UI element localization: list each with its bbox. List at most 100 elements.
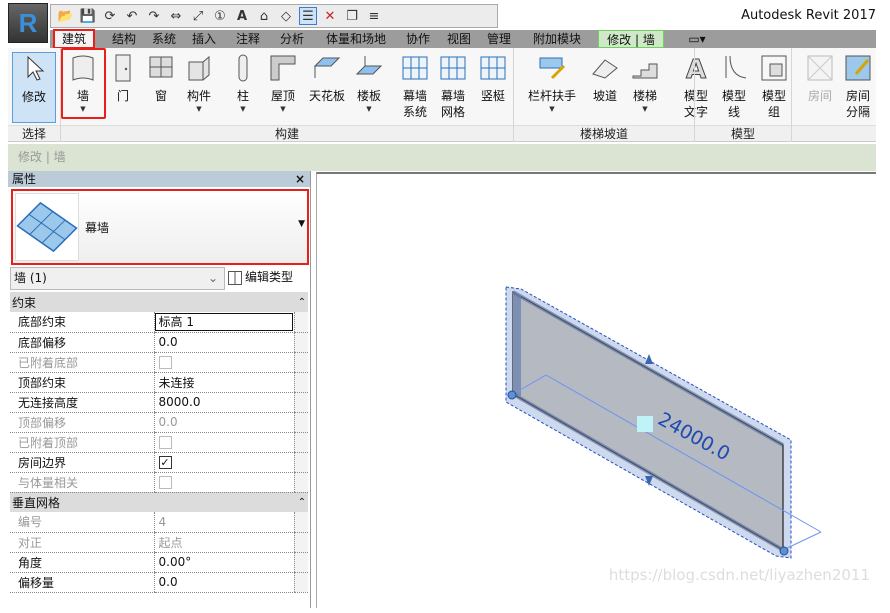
property-value-cell[interactable]: 0.0 <box>153 332 294 353</box>
scrollbar[interactable] <box>293 312 308 333</box>
wall-end-grip[interactable] <box>779 546 789 556</box>
button-label: 楼梯 <box>632 89 657 103</box>
scrollbar[interactable] <box>293 532 308 553</box>
property-label: 顶部约束 <box>10 372 154 393</box>
room-button-1[interactable]: 房间 分隔 <box>840 52 876 120</box>
instance-filter-dropdown[interactable]: 墙 (1) ⌄ <box>10 267 225 290</box>
tag-icon[interactable]: ① <box>211 7 229 25</box>
application-menu-button[interactable]: R <box>8 3 48 43</box>
tab-0[interactable]: 建筑 <box>53 29 95 49</box>
scrollbar[interactable] <box>293 392 308 413</box>
switch-windows-icon[interactable]: ❐ <box>343 7 361 25</box>
tab-3[interactable]: 插入 <box>186 30 222 48</box>
scrollbar[interactable] <box>293 452 308 473</box>
scrollbar[interactable] <box>293 472 308 493</box>
property-value-cell[interactable]: 8000.0 <box>153 392 294 413</box>
model-button-0[interactable]: A 模型 文字 <box>676 52 716 120</box>
checkbox <box>158 476 172 489</box>
property-row: 已附着顶部 <box>10 432 308 453</box>
checkbox[interactable]: ✓ <box>158 456 172 469</box>
build-button-6[interactable]: 天花板 <box>308 52 346 104</box>
type-selector[interactable]: 幕墙 ▼ <box>11 189 309 265</box>
scrollbar[interactable] <box>293 332 308 353</box>
property-value-cell[interactable]: ✓ <box>153 452 294 473</box>
tab-5[interactable]: 分析 <box>274 30 310 48</box>
text-icon[interactable]: A <box>233 7 251 25</box>
panel-divider <box>513 48 514 142</box>
dimension-icon[interactable]: ⤢ <box>189 7 207 25</box>
build-button-3[interactable]: 构件 ▼ <box>180 52 218 114</box>
tab-1[interactable]: 结构 <box>106 30 142 48</box>
undo-icon[interactable]: ↶ <box>123 7 141 25</box>
flip-arrow-up-icon[interactable] <box>645 354 653 364</box>
property-value-cell[interactable]: 未连接 <box>153 372 294 393</box>
build-button-9[interactable]: 幕墙 网格 <box>434 52 472 120</box>
scrollbar[interactable] <box>293 412 308 433</box>
quick-access-toolbar: 📂 💾 ⟳ ↶ ↷ ⇔ ⤢ ① A ⌂ ◇ ☰ ✕ ❐ ≡ <box>50 4 498 28</box>
button-label: 栏杆扶手 <box>527 89 576 103</box>
stairs-button-2[interactable]: 楼梯 ▼ <box>626 52 664 114</box>
collapse-icon[interactable]: ⌃ <box>294 492 308 512</box>
build-button-5[interactable]: 屋顶 ▼ <box>264 52 302 114</box>
edit-type-button[interactable]: 编辑类型 <box>228 267 308 290</box>
build-button-4[interactable]: 柱 ▼ <box>224 52 262 114</box>
tab-10[interactable]: 附加模块 <box>522 30 592 48</box>
ribbon: 修改墙 ▼ 门窗构件 ▼ 柱 ▼ 屋顶 ▼ 天花板 楼板 ▼ 幕墙 系统 幕墙 网格 竖梃 栏杆扶手 ▼ 坡道 楼梯 ▼… <box>8 48 876 142</box>
scrollbar[interactable] <box>293 372 308 393</box>
build-button-1[interactable]: 门 <box>104 52 142 104</box>
build-button-10[interactable]: 竖梃 <box>474 52 512 104</box>
scrollbar[interactable] <box>293 572 308 593</box>
measure-icon[interactable]: ⇔ <box>167 7 185 25</box>
build-button-2[interactable]: 窗 <box>142 52 180 104</box>
select-panel-label[interactable]: 选择 <box>8 125 60 141</box>
property-group[interactable]: 约束 ⌃ <box>10 292 308 312</box>
build-button-7[interactable]: 楼板 ▼ <box>350 52 388 114</box>
redo-icon[interactable]: ↷ <box>145 7 163 25</box>
wall-end-grip[interactable] <box>507 390 517 400</box>
tab-8[interactable]: 视图 <box>443 30 475 48</box>
property-row: 编号 4 <box>10 512 308 533</box>
model-button-2[interactable]: 模型组 <box>754 52 794 120</box>
build-button-8[interactable]: 幕墙 系统 <box>396 52 434 120</box>
tab-9[interactable]: 管理 <box>481 30 517 48</box>
model-button-1[interactable]: 模型线 <box>714 52 754 120</box>
property-value-cell[interactable]: 标高 1 <box>153 312 294 333</box>
tab-11[interactable]: 修改 | 墙 <box>598 30 664 48</box>
thin-lines-icon[interactable]: ☰ <box>299 7 317 25</box>
property-value-cell[interactable]: 0.0 <box>153 572 294 593</box>
button-label: 模型 <box>761 89 786 103</box>
property-row: 偏移量 0.0 <box>10 572 308 593</box>
checkbox <box>158 436 172 449</box>
minimize-ribbon-toggle[interactable]: ▭▾ <box>682 30 712 48</box>
open-icon[interactable]: 📂 <box>57 7 75 25</box>
3d-view-icon[interactable]: ⌂ <box>255 7 273 25</box>
scrollbar[interactable] <box>293 432 308 453</box>
section-icon[interactable]: ◇ <box>277 7 295 25</box>
tab-2[interactable]: 系统 <box>146 30 182 48</box>
room-button-0[interactable]: 房间 <box>802 52 838 104</box>
close-icon[interactable]: × <box>295 171 305 187</box>
modify-button[interactable]: 修改 <box>12 52 56 123</box>
collapse-icon[interactable]: ⌃ <box>294 292 308 312</box>
panel-divider <box>694 48 695 142</box>
close-hidden-icon[interactable]: ✕ <box>321 7 339 25</box>
property-label: 无连接高度 <box>10 392 154 413</box>
scrollbar[interactable] <box>293 352 308 373</box>
button-label: 房间 <box>807 89 832 103</box>
stairs-button-1[interactable]: 坡道 <box>586 52 624 104</box>
tab-7[interactable]: 协作 <box>400 30 436 48</box>
tab-6[interactable]: 体量和场地 <box>318 30 394 48</box>
sync-icon[interactable]: ⟳ <box>101 7 119 25</box>
mline-icon <box>725 55 747 79</box>
property-group[interactable]: 垂直网格 ⌃ <box>10 492 308 512</box>
save-icon[interactable]: 💾 <box>79 7 97 25</box>
3d-viewport[interactable]: 24000.0 <box>316 172 876 608</box>
scrollbar[interactable] <box>293 552 308 573</box>
tab-4[interactable]: 注释 <box>230 30 266 48</box>
checkbox <box>158 356 172 369</box>
property-value-cell[interactable]: 0.00° <box>153 552 294 573</box>
stairs-button-0[interactable]: 栏杆扶手 ▼ <box>524 52 580 114</box>
scrollbar[interactable] <box>293 512 308 533</box>
comp-icon <box>188 55 210 81</box>
customize-icon[interactable]: ≡ <box>365 7 383 25</box>
